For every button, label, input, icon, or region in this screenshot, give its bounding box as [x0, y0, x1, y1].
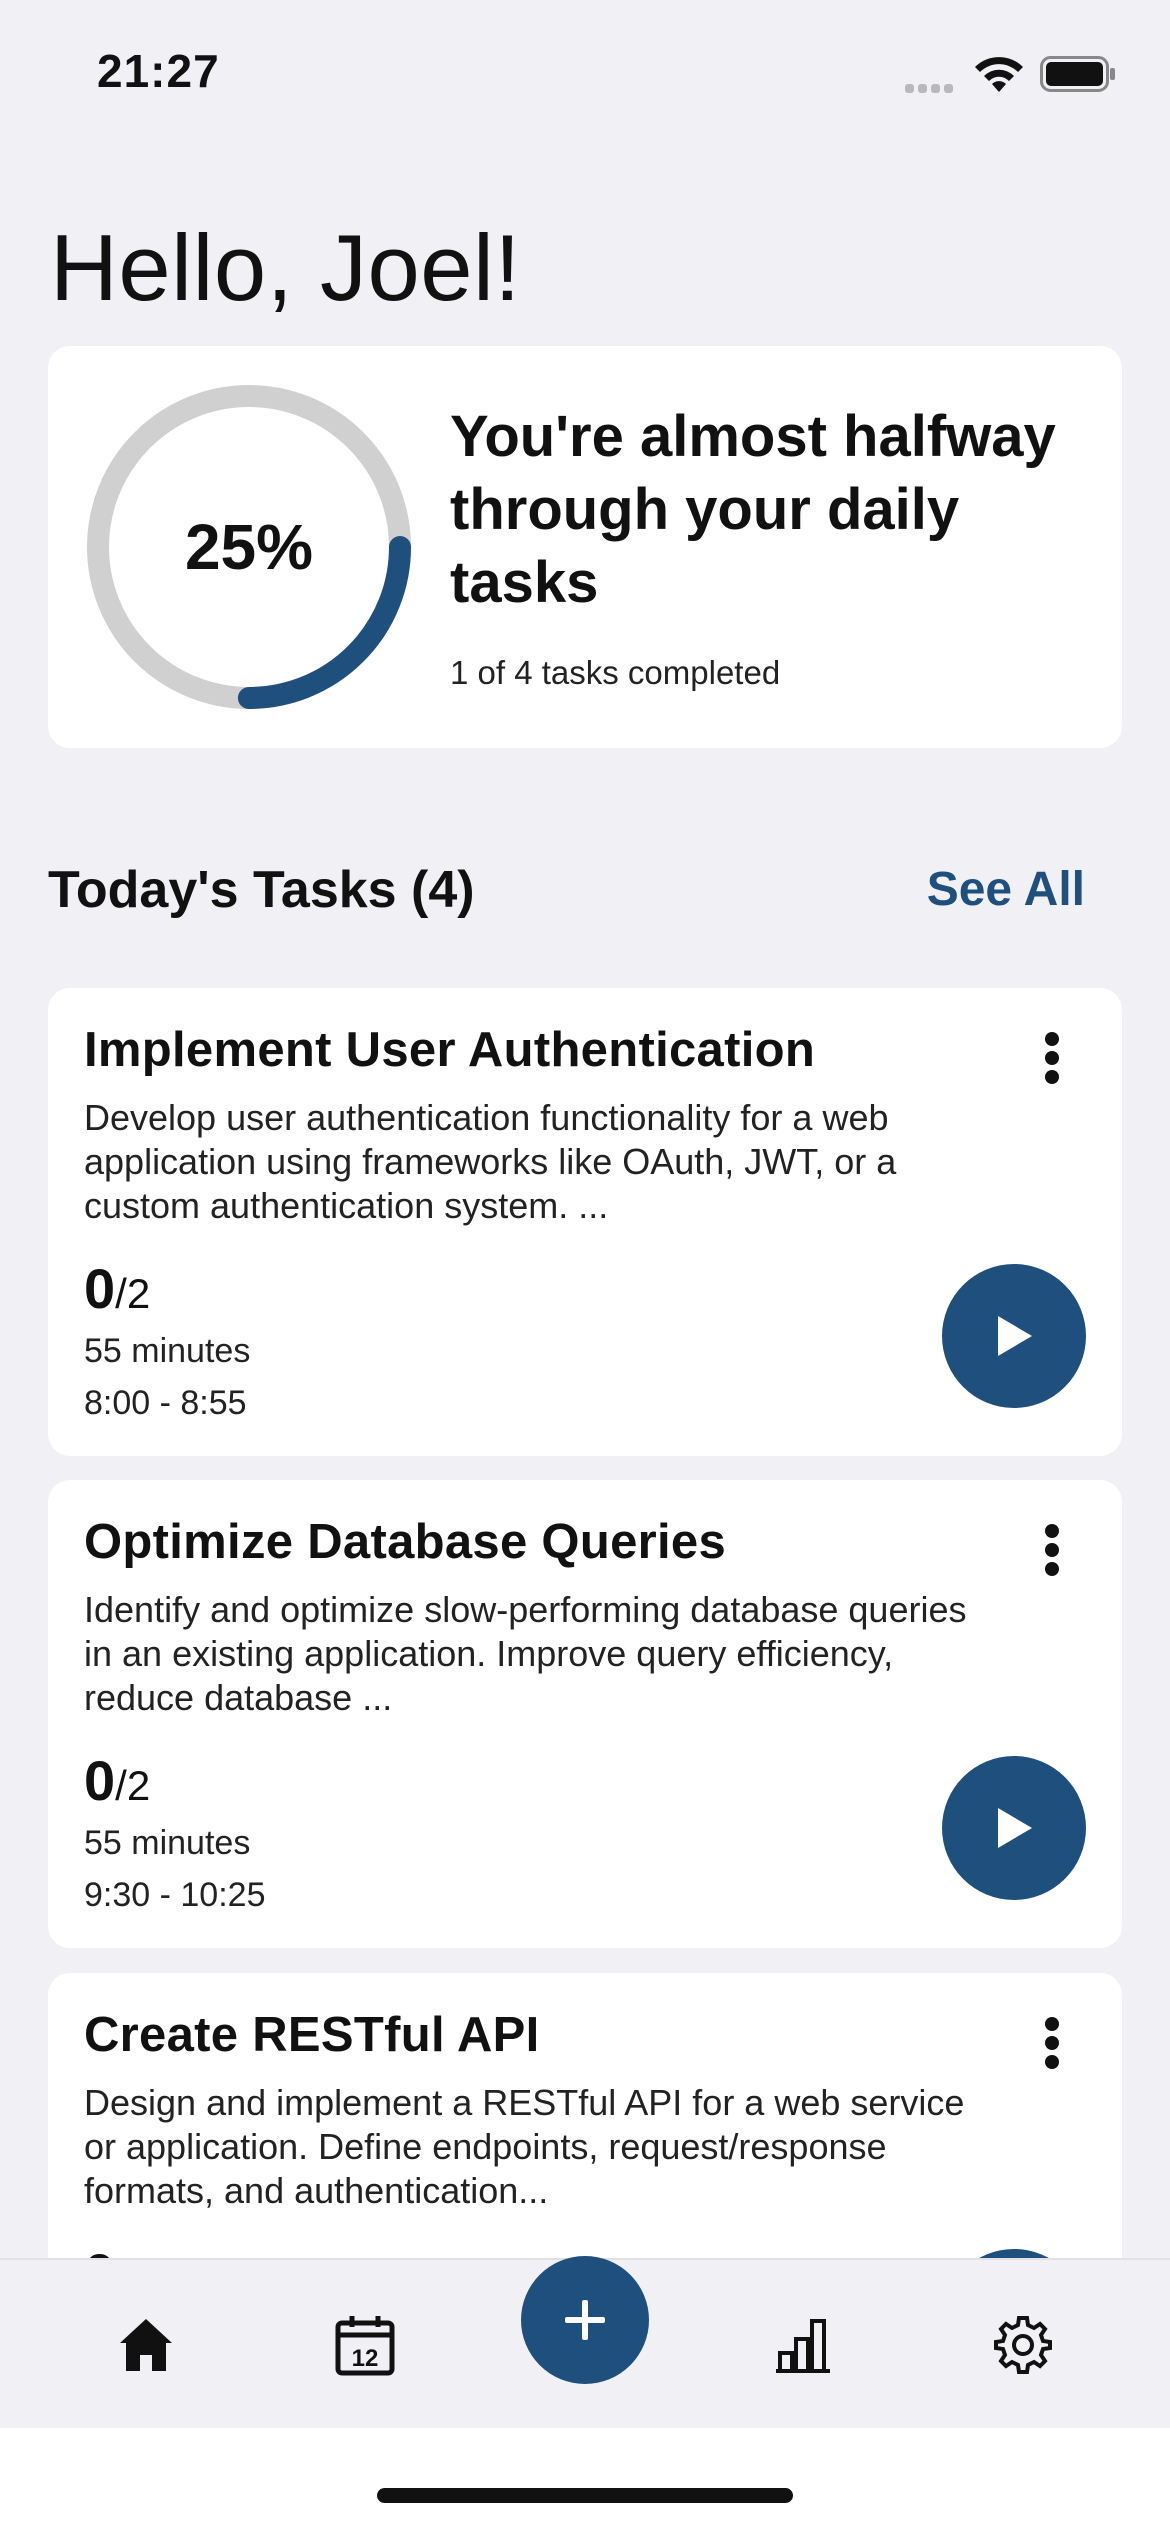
home-icon [120, 2319, 172, 2371]
sessions-done: 0 [84, 1257, 116, 1320]
sessions-total: /2 [115, 1762, 151, 1809]
task-card[interactable]: Implement User Authentication Develop us… [48, 988, 1122, 1456]
more-options-icon[interactable] [1040, 1524, 1064, 1578]
see-all-link[interactable]: See All [927, 862, 1085, 917]
greeting-title: Hello, Joel! [50, 215, 521, 320]
progress-headline: You're almost halfway through your daily… [450, 404, 1056, 615]
task-description: Design and implement a RESTful API for a… [84, 2082, 965, 2211]
task-title: Implement User Authentication [84, 1023, 816, 1077]
battery-icon [1040, 56, 1115, 92]
calendar-icon: 12 [335, 2316, 395, 2376]
progress-subtitle: 1 of 4 tasks completed [450, 654, 781, 691]
task-title: Optimize Database Queries [84, 1515, 727, 1569]
start-task-button[interactable] [942, 1264, 1086, 1408]
progress-percent: 25% [184, 511, 314, 583]
status-bar: 21:27 [0, 0, 1170, 140]
wifi-icon [975, 57, 1023, 92]
play-icon [998, 1316, 1032, 1356]
add-task-button[interactable] [521, 2256, 649, 2384]
settings-icon [994, 2316, 1052, 2374]
more-options-icon[interactable] [1040, 2017, 1064, 2071]
task-time-range: 8:00 - 8:55 [84, 1384, 247, 1422]
nav-statistics[interactable] [768, 2310, 838, 2380]
start-task-button[interactable] [942, 1756, 1086, 1900]
app-screen: 21:27 Hello, Joel! 25% You're almost hal… [0, 0, 1170, 2532]
task-session-count: 0/2 [84, 1256, 150, 1321]
task-description: Identify and optimize slow-performing da… [84, 1589, 967, 1718]
task-card[interactable]: Optimize Database Queries Identify and o… [48, 1480, 1122, 1948]
bottom-nav: 12 [0, 2256, 1170, 2430]
tasks-section-title: Today's Tasks (4) [48, 861, 475, 919]
sessions-done: 0 [84, 1749, 116, 1812]
nav-settings[interactable] [988, 2310, 1058, 2380]
home-indicator[interactable] [377, 2488, 793, 2503]
task-duration: 55 minutes [84, 1332, 251, 1370]
chart-icon [776, 2319, 830, 2373]
task-duration: 55 minutes [84, 1824, 251, 1862]
sessions-total: /2 [115, 1270, 151, 1317]
nav-calendar[interactable]: 12 [330, 2310, 400, 2380]
cellular-signal-icon [905, 80, 961, 93]
more-options-icon[interactable] [1040, 1032, 1064, 1086]
home-indicator-area [0, 2428, 1170, 2532]
calendar-day: 12 [352, 2345, 379, 2372]
task-description: Develop user authentication functionalit… [84, 1097, 897, 1226]
status-time: 21:27 [97, 45, 220, 97]
daily-progress-card: 25% You're almost halfway through your d… [48, 346, 1122, 748]
task-title: Create RESTful API [84, 2008, 540, 2062]
task-time-range: 9:30 - 10:25 [84, 1876, 266, 1914]
play-icon [998, 1808, 1032, 1848]
task-session-count: 0/2 [84, 1748, 150, 1813]
nav-home[interactable] [111, 2310, 181, 2380]
add-icon [565, 2300, 605, 2340]
